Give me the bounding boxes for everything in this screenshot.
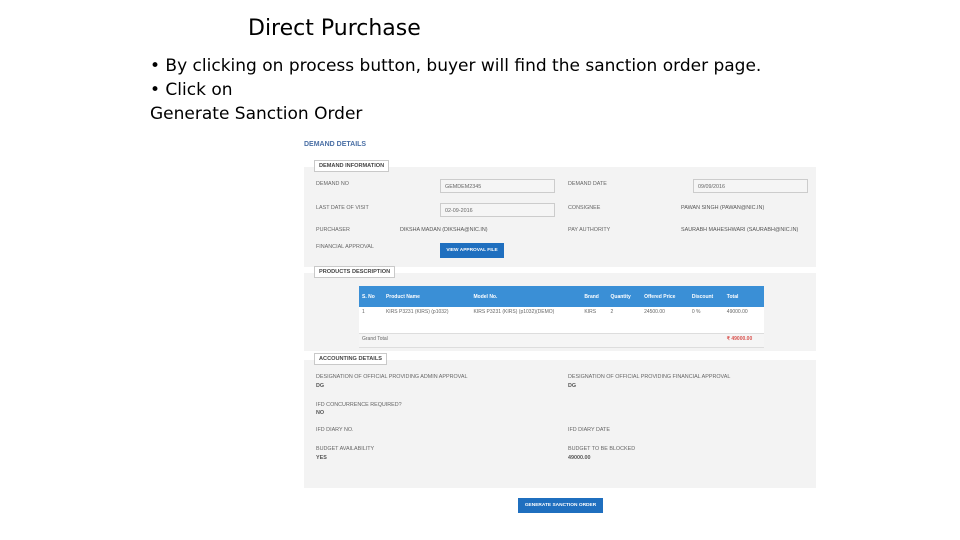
view-approval-file-button[interactable]: VIEW APPROVAL FILE — [440, 243, 504, 258]
ifd-required-value: NO — [316, 410, 325, 416]
purchaser-label: PURCHASER — [316, 227, 350, 233]
accounting-section-label: ACCOUNTING DETAILS — [314, 353, 387, 365]
demand-no-label: DEMAND NO — [316, 181, 349, 187]
consignee-value: PAWAN SINGH (PAWAN@NIC.IN) — [681, 205, 765, 211]
grand-total-row: Grand Total ₹ 49000.00 — [359, 333, 764, 348]
demand-details-screenshot: DEMAND DETAILS DEMAND INFORMATION DEMAND… — [304, 136, 816, 526]
page-header: DEMAND DETAILS — [304, 141, 367, 148]
grand-total-label: Grand Total — [359, 333, 724, 348]
fin-approval-value: DG — [568, 383, 577, 389]
col-discount: Discount — [688, 286, 724, 307]
col-brand: Brand — [581, 286, 608, 307]
col-total: Total — [723, 286, 764, 307]
last-date-field[interactable]: 02-09-2016 — [440, 203, 555, 217]
pay-authority-value: SAURABH MAHESHWARI (SAURABH@NIC.IN) — [681, 227, 799, 233]
ifd-diary-no-label: IFD DIARY NO. — [316, 427, 354, 433]
ifd-required-label: IFD CONCURRENCE REQUIRED? — [316, 402, 402, 408]
financial-approval-label: FINANCIAL APPROVAL — [316, 244, 374, 250]
col-offered-price: Offered Price — [641, 286, 689, 307]
budget-booked-value: 49000.00 — [568, 455, 591, 461]
purchaser-value: DIKSHA MADAN (DIKSHA@NIC.IN) — [400, 227, 488, 233]
admin-approval-label: DESIGNATION OF OFFICIAL PROVIDING ADMIN … — [316, 374, 468, 380]
pay-authority-label: PAY AUTHORITY — [568, 227, 611, 233]
cell-total: 49000.00 — [723, 307, 764, 334]
instruction-list: • By clicking on process button, buyer w… — [150, 54, 761, 126]
demand-date-field[interactable]: 09/09/2016 — [693, 179, 808, 193]
consignee-label: CONSIGNEE — [568, 205, 601, 211]
ifd-diary-date-label: IFD DIARY DATE — [568, 427, 610, 433]
products-table: S. No Product Name Model No. Brand Quant… — [359, 286, 764, 348]
col-product-name: Product Name — [382, 286, 471, 307]
cell-brand: KIRS — [581, 307, 608, 334]
bullet-click-on: • Click on — [150, 80, 233, 100]
cell-offered-price: 24500.00 — [641, 307, 689, 334]
cell-discount: 0 % — [688, 307, 724, 334]
admin-approval-value: DG — [316, 383, 325, 389]
cell-quantity: 2 — [607, 307, 642, 334]
budget-booked-label: BUDGET TO BE BLOCKED — [568, 446, 636, 452]
last-date-label: LAST DATE OF VISIT — [316, 205, 369, 211]
budget-label: BUDGET AVAILABILITY — [316, 446, 375, 452]
generate-sanction-order-button[interactable]: GENERATE SANCTION ORDER — [518, 498, 603, 513]
fin-approval-label: DESIGNATION OF OFFICIAL PROVIDING FINANC… — [568, 374, 731, 380]
col-model-no: Model No. — [470, 286, 582, 307]
products-table-header: S. No Product Name Model No. Brand Quant… — [359, 286, 764, 307]
products-section-label: PRODUCTS DESCRIPTION — [314, 266, 396, 278]
demand-no-field[interactable]: GEMDEM2345 — [440, 179, 555, 193]
bullet-process-info: • By clicking on process button, buyer w… — [150, 56, 762, 76]
bullet-generate-text: Generate Sanction Order — [150, 104, 363, 124]
slide-title: Direct Purchase — [248, 16, 421, 41]
table-row: 1 KIRS P3231 (KIRS) (p1032) KIRS P3231 (… — [359, 307, 764, 334]
budget-value: YES — [316, 455, 327, 461]
col-quantity: Quantity — [607, 286, 642, 307]
grand-total-value: ₹ 49000.00 — [723, 333, 764, 348]
col-sno: S. No — [359, 286, 383, 307]
demand-date-label: DEMAND DATE — [568, 181, 607, 187]
cell-product-name: KIRS P3231 (KIRS) (p1032) — [382, 307, 471, 334]
demand-info-section-label: DEMAND INFORMATION — [314, 160, 390, 172]
cell-sno: 1 — [359, 307, 383, 334]
cell-model-no: KIRS P3231 (KIRS) (p1032)(DEMO) — [470, 307, 582, 334]
